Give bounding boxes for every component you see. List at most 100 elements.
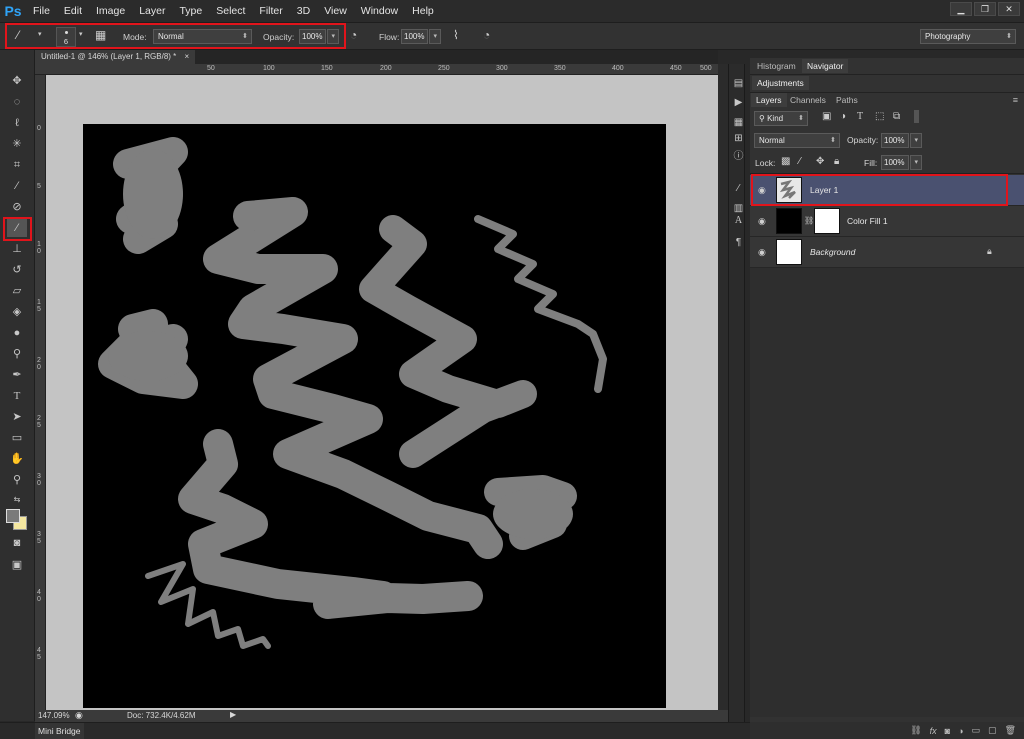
pen-tool-icon[interactable]: ✒ (7, 366, 27, 384)
clone-stamp-icon[interactable]: ⊥ (7, 240, 27, 258)
layer-name[interactable]: Color Fill 1 (847, 216, 888, 226)
layer-opacity-field[interactable]: 100% (881, 133, 909, 148)
pressure-size-icon[interactable]: ◔ (483, 28, 490, 42)
layer-filter-kind[interactable]: ⚲ Kind ⬍ (754, 111, 808, 126)
paragraph-dock-icon[interactable]: ¶ (732, 236, 745, 249)
marquee-tool-icon[interactable]: ◌ (7, 93, 27, 111)
menu-select[interactable]: Select (209, 0, 252, 22)
layer-opacity-dropdown[interactable]: ▾ (910, 133, 922, 148)
airbrush-icon[interactable]: ⌇ (453, 28, 459, 42)
foreground-color-swatch[interactable] (6, 509, 20, 523)
menu-help[interactable]: Help (405, 0, 441, 22)
menu-layer[interactable]: Layer (132, 0, 172, 22)
menu-window[interactable]: Window (354, 0, 405, 22)
pixel-filter-icon[interactable]: ▣ (822, 111, 831, 122)
healing-brush-icon[interactable]: ⊘ (7, 198, 27, 216)
brush-dock-icon[interactable]: ⁄ (732, 182, 745, 195)
link-chain-icon[interactable]: ⛓ (804, 216, 814, 225)
layer-thumbnail (776, 239, 802, 265)
link-layers-icon[interactable]: ⛓ (910, 725, 921, 736)
document-tab[interactable]: Untitled-1 @ 146% (Layer 1, RGB/8) * × (35, 50, 196, 64)
tab-channels[interactable]: Channels (785, 93, 831, 107)
flow-field[interactable]: 100% (401, 29, 428, 44)
visibility-eye-icon[interactable]: ◉ (758, 216, 770, 226)
pressure-opacity-icon[interactable]: ◔ (350, 28, 357, 42)
type-tool-icon[interactable]: T (7, 387, 27, 405)
tab-paths[interactable]: Paths (831, 93, 863, 107)
tab-adjustments[interactable]: Adjustments (752, 76, 809, 90)
histogram-dock-icon[interactable]: ▤ (732, 77, 745, 90)
layer-style-icon[interactable]: fx (930, 726, 937, 736)
minimize-button[interactable]: ▁ (950, 2, 972, 16)
swap-colors-icon[interactable]: ⇆ (7, 491, 27, 509)
panel-menu-icon[interactable]: ≡ (1013, 95, 1018, 105)
menu-edit[interactable]: Edit (57, 0, 89, 22)
menu-type[interactable]: Type (172, 0, 209, 22)
filter-toggle[interactable] (914, 110, 919, 123)
dodge-tool-icon[interactable]: ⚲ (7, 345, 27, 363)
close-tab-icon[interactable]: × (185, 52, 190, 61)
menu-image[interactable]: Image (89, 0, 132, 22)
smart-object-filter-icon[interactable]: ⧉ (893, 111, 900, 122)
flow-dropdown[interactable]: ▾ (429, 29, 441, 44)
tab-layers[interactable]: Layers (751, 93, 787, 107)
blur-tool-icon[interactable]: ● (7, 324, 27, 342)
status-info-icon[interactable]: ◉ (75, 710, 83, 721)
layer-row-background[interactable]: ◉ Background 🔒︎ (750, 237, 1024, 268)
add-mask-icon[interactable]: ◙ (945, 726, 950, 736)
visibility-eye-icon[interactable]: ◉ (758, 247, 770, 257)
history-brush-icon[interactable]: ↺ (7, 261, 27, 279)
layer-row-color-fill-1[interactable]: ◉ ⛓ Color Fill 1 (750, 206, 1024, 237)
delete-layer-icon[interactable]: 🗑︎ (1005, 725, 1016, 736)
close-window-button[interactable]: ✕ (998, 2, 1020, 16)
path-selection-icon[interactable]: ➤ (7, 408, 27, 426)
crop-tool-icon[interactable]: ⌗ (7, 156, 27, 174)
adjustment-layer-icon[interactable]: ◑ (958, 726, 963, 736)
new-layer-icon[interactable]: ▢ (988, 725, 997, 736)
lock-pixels-icon[interactable]: ⁄ (799, 156, 801, 167)
fill-dropdown[interactable]: ▾ (910, 155, 922, 170)
tab-histogram[interactable]: Histogram (752, 59, 801, 73)
layer-name[interactable]: Background (810, 247, 855, 257)
restore-button[interactable]: ❐ (974, 2, 996, 16)
new-group-icon[interactable]: ▭ (972, 725, 981, 736)
zoom-tool-icon[interactable]: ⚲ (7, 471, 27, 489)
quick-mask-icon[interactable]: ◙ (7, 534, 27, 552)
hand-tool-icon[interactable]: ✋ (7, 450, 27, 468)
menu-filter[interactable]: Filter (252, 0, 289, 22)
lock-all-icon[interactable]: 🔒︎ (834, 156, 839, 167)
dropdown-arrow-icon: ⬍ (1006, 33, 1012, 40)
blend-mode-value: Normal (759, 136, 785, 145)
move-tool-icon[interactable]: ✥ (7, 72, 27, 90)
type-filter-icon[interactable]: T (857, 111, 863, 122)
tab-navigator[interactable]: Navigator (802, 59, 849, 73)
document-canvas[interactable] (83, 124, 666, 708)
shape-filter-icon[interactable]: ⬚ (875, 111, 884, 122)
menu-view[interactable]: View (317, 0, 354, 22)
shape-tool-icon[interactable]: ▭ (7, 429, 27, 447)
character-dock-icon[interactable]: A (732, 214, 745, 227)
info-dock-icon[interactable]: ⓘ (732, 150, 745, 163)
eyedropper-tool-icon[interactable]: ⁄ (7, 177, 27, 195)
fill-field[interactable]: 100% (881, 155, 909, 170)
play-dock-icon[interactable]: ▶ (732, 96, 745, 109)
lasso-tool-icon[interactable]: ℓ (7, 114, 27, 132)
workspace-dropdown[interactable]: Photography ⬍ (920, 29, 1016, 44)
zoom-level[interactable]: 147.09% (38, 711, 70, 720)
vertical-scrollbar[interactable] (718, 64, 728, 710)
eraser-tool-icon[interactable]: ▱ (7, 282, 27, 300)
paint-bucket-icon[interactable]: ◈ (7, 303, 27, 321)
properties-dock-icon[interactable]: ⊞ (732, 132, 745, 145)
lock-position-icon[interactable]: ✥ (816, 156, 824, 167)
magic-wand-icon[interactable]: ✳ (7, 135, 27, 153)
ruler-label: 450 (670, 65, 682, 72)
screen-mode-icon[interactable]: ▣ (7, 556, 27, 574)
mini-bridge-tab[interactable]: Mini Bridge (35, 723, 84, 739)
blend-mode-dropdown[interactable]: Normal ⬍ (754, 133, 840, 148)
history-dock-icon[interactable]: ▦ (732, 116, 745, 129)
menu-3d[interactable]: 3D (290, 0, 317, 22)
menu-file[interactable]: File (26, 0, 57, 22)
adjustment-filter-icon[interactable]: ◑ (840, 111, 846, 122)
lock-transparency-icon[interactable]: ▩ (781, 156, 790, 167)
status-menu-arrow-icon[interactable]: ▶ (230, 710, 236, 719)
